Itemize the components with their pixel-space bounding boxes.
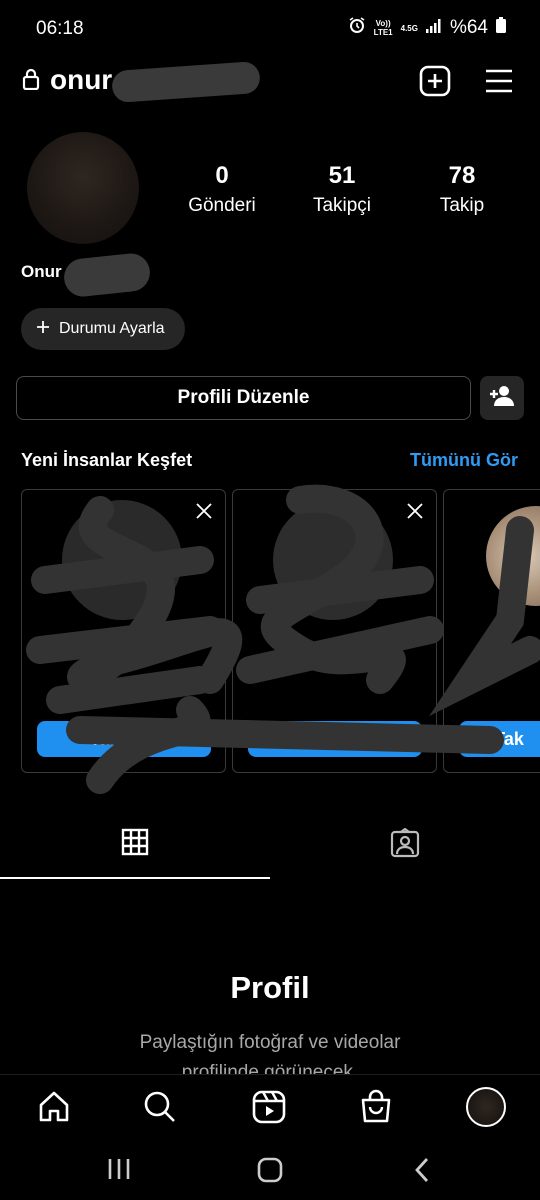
network-type: 4.5G: [400, 23, 418, 33]
plus-icon: [37, 320, 49, 338]
tagged-icon: [390, 827, 420, 863]
stat-following[interactable]: 78 Takip: [402, 160, 522, 220]
display-name: Onur: [21, 262, 62, 281]
edit-profile-button[interactable]: Profili Düzenle: [16, 376, 471, 420]
bottom-nav: [0, 1074, 540, 1140]
redaction-scribble: [62, 251, 152, 299]
status-indicators: Vo)) LTE1 4.5G %64: [348, 16, 506, 40]
stat-posts[interactable]: 0 Gönderi: [162, 160, 282, 220]
menu-icon[interactable]: [482, 64, 516, 98]
discover-people-button[interactable]: [480, 376, 524, 420]
reels-icon[interactable]: [251, 1089, 289, 1127]
battery-icon: [496, 17, 506, 39]
add-person-icon: [489, 385, 515, 412]
set-status-button[interactable]: Durumu Ayarla: [21, 308, 185, 350]
signal-icon: [425, 17, 442, 39]
search-icon[interactable]: [142, 1089, 180, 1127]
back-icon[interactable]: [410, 1156, 434, 1189]
system-nav-bar: [0, 1140, 540, 1200]
shop-icon[interactable]: [358, 1089, 396, 1127]
see-all-link[interactable]: Tümünü Gör: [410, 450, 518, 471]
create-post-icon[interactable]: [418, 64, 452, 98]
status-bar: 06:18 Vo)) LTE1 4.5G %64: [0, 0, 540, 60]
set-status-label: Durumu Ayarla: [59, 320, 165, 337]
grid-icon: [121, 828, 149, 861]
discover-title: Yeni İnsanlar Keşfet: [21, 450, 193, 470]
network-label: Vo)) LTE1: [373, 19, 393, 37]
active-tab-indicator: [0, 877, 270, 879]
stat-followers[interactable]: 51 Takipçi: [282, 160, 402, 220]
empty-state-title: Profil: [230, 970, 310, 1005]
profile-header: onur: [0, 56, 540, 106]
username-switcher[interactable]: onur: [50, 64, 112, 96]
lock-icon: [22, 68, 40, 91]
tab-grid[interactable]: [0, 828, 270, 878]
tab-tagged[interactable]: [270, 827, 540, 878]
profile-avatar[interactable]: [27, 132, 139, 244]
status-time: 06:18: [36, 18, 84, 39]
home-button-icon[interactable]: [256, 1156, 284, 1189]
home-icon[interactable]: [36, 1089, 74, 1127]
alarm-icon: [348, 16, 366, 40]
redaction-scribble: [26, 484, 540, 794]
profile-avatar-tab[interactable]: [466, 1087, 506, 1127]
recent-apps-icon[interactable]: [106, 1156, 132, 1187]
battery-percent: %64: [449, 17, 488, 38]
redaction-scribble: [111, 60, 261, 104]
